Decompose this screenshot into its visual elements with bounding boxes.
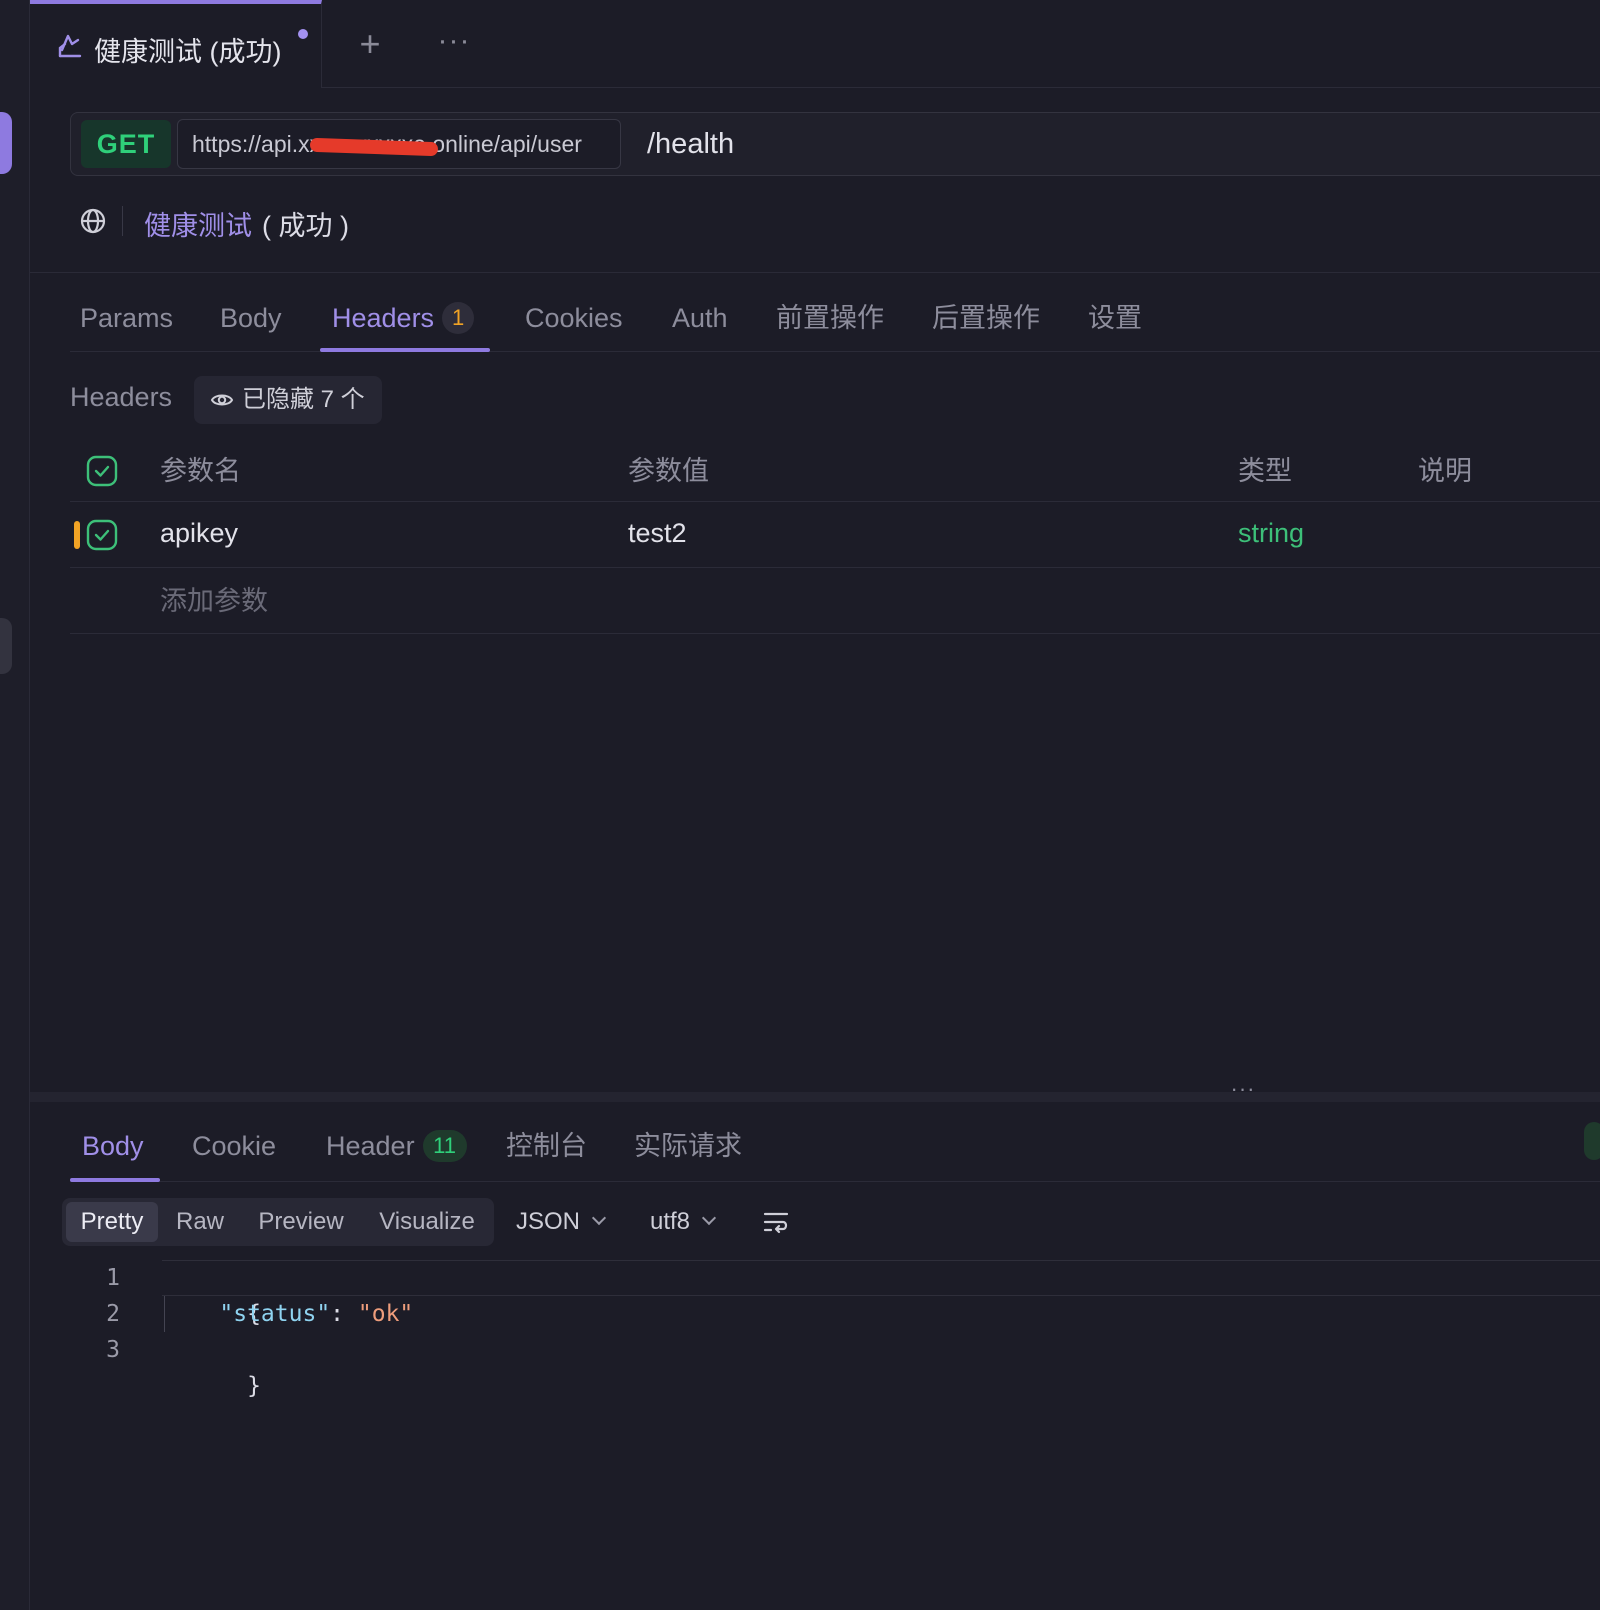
line-number: 1 [106,1265,120,1291]
resp-tab-actual-request[interactable]: 实际请求 [634,1124,742,1168]
line-number: 3 [106,1337,120,1363]
add-param-placeholder[interactable]: 添加参数 [160,584,268,618]
url-bar: GET https://api.xxxxxxxxxxe.online/api/u… [70,112,1600,176]
pane-splitter[interactable] [30,1092,1600,1102]
rail-active-marker[interactable] [0,112,12,174]
param-name-input[interactable]: apikey [160,516,238,550]
env-separator [122,206,123,236]
tab-title: 健康测试 (成功) [94,37,282,67]
response-tabs: Body Cookie Header 11 控制台 实际请求 [70,1112,1600,1182]
hidden-headers-count: 已隐藏 7 个 [242,386,365,413]
headers-table-header: 参数名 参数值 类型 说明 [70,440,1600,502]
code-line: "status": "ok" [164,1296,413,1332]
unsaved-dot [298,29,308,39]
tab-settings[interactable]: 设置 [1088,296,1142,340]
col-param-value: 参数值 [628,456,709,486]
path-input[interactable]: /health [647,123,734,165]
tab-pre-request[interactable]: 前置操作 [776,296,884,340]
line-number: 2 [106,1301,120,1327]
param-value-input[interactable]: test2 [628,516,687,550]
mode-raw[interactable]: Raw [162,1202,238,1242]
param-type-select[interactable]: string [1238,516,1304,550]
code-line: } [164,1332,261,1440]
json-colon: : [330,1301,358,1327]
resp-tab-console[interactable]: 控制台 [506,1124,587,1168]
mode-pretty[interactable]: Pretty [66,1202,158,1242]
encoding-select[interactable]: utf8 [650,1200,717,1244]
format-value: JSON [516,1208,581,1235]
chevron-down-icon [591,1210,607,1226]
headers-section-label: Headers [70,382,173,412]
mode-visualize[interactable]: Visualize [364,1202,490,1242]
splitter-grip-icon[interactable]: ··· [1228,1078,1258,1100]
method-select[interactable]: GET [81,120,171,168]
tab-strip: 健康测试 (成功) + ··· [30,0,1600,88]
tab-headers[interactable]: Headers 1 [332,296,475,340]
add-param-row[interactable]: 添加参数 [70,568,1600,634]
current-line-highlight [162,1260,1600,1296]
select-all-checkbox[interactable] [86,455,118,487]
request-tabs: Params Body Headers 1 Cookies Auth 前置操作 后… [70,284,1600,352]
json-key: "status" [219,1301,331,1327]
add-tab-button[interactable]: + [350,24,390,64]
eye-icon [210,394,234,406]
word-wrap-icon[interactable] [762,1208,790,1236]
tab-post-request[interactable]: 后置操作 [932,296,1040,340]
encoding-value: utf8 [650,1208,691,1235]
hidden-headers-toggle[interactable]: 已隐藏 7 个 [194,376,382,424]
json-value: "ok" [357,1301,414,1327]
chevron-down-icon [701,1210,717,1226]
resp-tab-header[interactable]: Header 11 [326,1124,467,1168]
left-rail [0,0,30,1610]
globe-icon[interactable] [78,206,108,236]
status-badge [1584,1122,1600,1160]
more-tabs-button[interactable]: ··· [430,24,478,64]
base-url-field[interactable]: https://api.xxxxxxxxxxe.online/api/user [177,119,621,169]
tab-auth[interactable]: Auth [672,296,728,340]
tab-body[interactable]: Body [220,296,282,340]
row-enabled-checkbox[interactable] [86,519,118,551]
format-select[interactable]: JSON [516,1200,607,1244]
tab-cookies[interactable]: Cookies [525,296,623,340]
mode-preview[interactable]: Preview [242,1202,360,1242]
resp-tab-cookie[interactable]: Cookie [192,1124,276,1168]
col-param-name: 参数名 [160,456,241,486]
table-row[interactable]: apikey test2 string [70,502,1600,568]
body-view-mode-group: Pretty Raw Preview Visualize [62,1198,494,1246]
env-name-link[interactable]: 健康测试 [144,204,252,243]
active-tab-underline [320,348,490,352]
tab-headers-label: Headers [332,303,435,333]
resp-active-underline [70,1178,160,1182]
section-divider [30,272,1600,273]
response-code-viewer[interactable]: 1 2 3 { "status": "ok" } [70,1260,1600,1399]
resp-tab-body[interactable]: Body [82,1124,144,1168]
app-root: 健康测试 (成功) + ··· GET https://api.xxxxxxxx… [0,0,1600,1610]
json-close-brace: } [247,1373,261,1399]
api-request-icon [58,34,82,58]
col-type: 类型 [1238,456,1292,486]
drag-handle[interactable] [74,521,80,549]
header-count-badge: 11 [422,1130,467,1162]
env-status: ( 成功 ) [262,211,349,241]
tab-health-test[interactable]: 健康测试 (成功) [30,0,322,88]
headers-count-badge: 1 [442,302,475,334]
resp-tab-header-label: Header [326,1131,415,1161]
col-description: 说明 [1418,456,1472,486]
rail-marker[interactable] [0,618,12,674]
tab-params[interactable]: Params [80,296,173,340]
